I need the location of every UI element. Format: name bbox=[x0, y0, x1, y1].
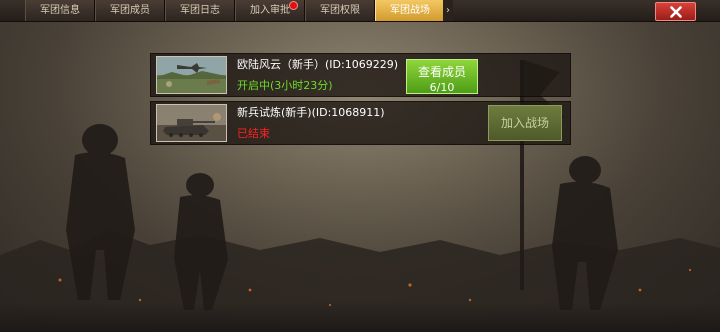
battle-title: 新兵试炼(新手)(ID:1068911) bbox=[237, 106, 385, 119]
battle-status: 开启中(3小时23分) bbox=[237, 79, 333, 92]
bottom-shadow bbox=[0, 303, 720, 332]
battlefield-screen: 军团信息 军团成员 军团日志 加入审批 军团权限 军团战场 › 欧陆风云（新手）… bbox=[0, 0, 720, 332]
close-button[interactable] bbox=[655, 2, 696, 21]
view-members-button[interactable]: 查看成员 6/10 bbox=[406, 59, 478, 94]
member-count: 6/10 bbox=[429, 81, 455, 94]
tab-legion-members[interactable]: 军团成员 bbox=[95, 0, 165, 21]
close-icon bbox=[670, 6, 682, 18]
tab-label: 军团信息 bbox=[40, 5, 80, 16]
tab-legion-permissions[interactable]: 军团权限 bbox=[305, 0, 375, 21]
join-battlefield-label: 加入战场 bbox=[500, 116, 549, 130]
tab-label: 军团日志 bbox=[180, 5, 220, 16]
battle-status: 已结束 bbox=[237, 127, 270, 140]
battle-row: 欧陆风云（新手）(ID:1069229) 开启中(3小时23分) 查看成员 6/… bbox=[150, 53, 571, 97]
tab-label: 加入审批 bbox=[250, 5, 290, 16]
battle-row: 新兵试炼(新手)(ID:1068911) 已结束 加入战场 bbox=[150, 101, 571, 145]
tab-label: 军团权限 bbox=[320, 5, 360, 16]
chevron-right-icon[interactable]: › bbox=[443, 0, 453, 21]
view-members-label: 查看成员 bbox=[417, 65, 466, 79]
aircraft-battle-thumbnail bbox=[156, 56, 227, 94]
alert-dot-icon bbox=[289, 1, 298, 10]
join-battlefield-button[interactable]: 加入战场 bbox=[488, 105, 562, 141]
tab-label: 军团战场 bbox=[390, 5, 430, 16]
tab-legion-log[interactable]: 军团日志 bbox=[165, 0, 235, 21]
tab-legion-info[interactable]: 军团信息 bbox=[25, 0, 95, 21]
tank-battle-thumbnail bbox=[156, 104, 227, 142]
tab-label: 军团成员 bbox=[110, 5, 150, 16]
tab-join-approval[interactable]: 加入审批 bbox=[235, 0, 305, 21]
tab-bar: 军团信息 军团成员 军团日志 加入审批 军团权限 军团战场 › bbox=[0, 0, 720, 22]
battle-title: 欧陆风云（新手）(ID:1069229) bbox=[237, 58, 398, 71]
tab-legion-battlefield[interactable]: 军团战场 bbox=[375, 0, 445, 21]
background-war-scene bbox=[0, 0, 720, 332]
